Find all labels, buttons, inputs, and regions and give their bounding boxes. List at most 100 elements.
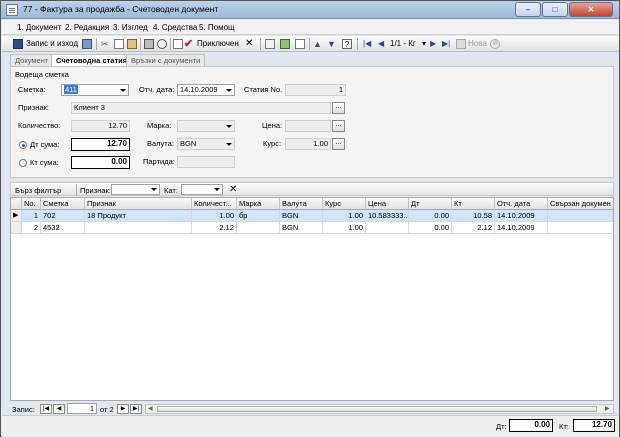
currency-select[interactable]: BGN: [177, 138, 235, 150]
first-record-icon[interactable]: |◀: [363, 39, 373, 49]
move-up-icon[interactable]: ▲: [313, 39, 323, 49]
paste-icon[interactable]: [127, 39, 137, 49]
close-button[interactable]: ✕: [569, 2, 613, 17]
delete-icon[interactable]: ✕: [245, 39, 255, 49]
print-icon[interactable]: [144, 39, 154, 49]
column-header[interactable]: Признак: [85, 198, 192, 210]
last-record-icon[interactable]: ▶|: [442, 39, 452, 49]
filter-category-select[interactable]: [181, 184, 223, 195]
column-header[interactable]: Дт: [409, 198, 452, 210]
menu-view[interactable]: 3. Изглед: [113, 23, 148, 32]
posted-button[interactable]: Приключен: [197, 38, 239, 50]
attribute-lookup-button[interactable]: ...: [332, 102, 345, 114]
cell-debit[interactable]: 0.00: [409, 210, 452, 222]
credit-radio[interactable]: [19, 159, 27, 167]
minimize-button[interactable]: –: [515, 2, 541, 17]
check-icon: ✔: [184, 38, 194, 50]
rate-lookup-button[interactable]: ...: [332, 138, 345, 150]
batch-field[interactable]: [177, 156, 235, 168]
column-header[interactable]: No.: [22, 198, 41, 210]
new-button[interactable]: Нова: [468, 38, 487, 50]
menu-tools[interactable]: 4. Средства: [153, 23, 197, 32]
copy-icon[interactable]: [114, 39, 124, 49]
debit-radio[interactable]: [19, 141, 27, 149]
preview-icon[interactable]: [157, 39, 167, 49]
last-record-button[interactable]: ▶|: [130, 404, 142, 414]
cell-currency[interactable]: BGN: [280, 210, 323, 222]
menu-help[interactable]: 5. Помощ: [199, 23, 235, 32]
edit-doc-icon[interactable]: [173, 39, 183, 49]
account-select[interactable]: 411: [61, 84, 129, 96]
first-record-button[interactable]: |◀: [40, 404, 52, 414]
quantity-field: 12.70: [71, 120, 130, 132]
prev-record-button[interactable]: ◀: [53, 404, 65, 414]
cell-price[interactable]: 10.583333...: [366, 210, 409, 222]
cell-attribute[interactable]: [85, 222, 192, 234]
refresh-icon[interactable]: [280, 39, 290, 49]
cell-price[interactable]: [366, 222, 409, 234]
column-header[interactable]: Свързан докумен: [548, 198, 613, 210]
horizontal-scrollbar[interactable]: ◀ ▶: [145, 404, 614, 414]
scroll-left-icon[interactable]: ◀: [148, 405, 153, 412]
cell-date[interactable]: 14.10.2009: [495, 210, 548, 222]
column-header[interactable]: Марка: [237, 198, 280, 210]
column-header[interactable]: Цена: [366, 198, 409, 210]
credit-amount-field[interactable]: 0.00: [71, 156, 130, 169]
next-record-button[interactable]: ▶: [117, 404, 129, 414]
rate-field[interactable]: 1.00: [285, 138, 331, 150]
next-record-icon[interactable]: ▶: [430, 39, 440, 49]
brand-select[interactable]: [177, 120, 235, 132]
new-doc-icon[interactable]: [295, 39, 305, 49]
document-icon[interactable]: [265, 39, 275, 49]
attribute-field[interactable]: Клиент 3: [71, 102, 331, 114]
cell-account[interactable]: 4532: [41, 222, 85, 234]
date-field[interactable]: 14.10.2009: [177, 84, 235, 96]
cell-quantity[interactable]: 2.12: [192, 222, 237, 234]
cell-rate[interactable]: 1.00: [323, 210, 366, 222]
record-number-field[interactable]: 1: [67, 403, 97, 414]
cell-no[interactable]: 1: [22, 210, 41, 222]
column-header[interactable]: Отч. дата: [495, 198, 548, 210]
cell-no[interactable]: 2: [22, 222, 41, 234]
column-header[interactable]: Количест...: [192, 198, 237, 210]
filter-attribute-select[interactable]: [111, 184, 160, 195]
chevron-down-icon: [151, 188, 157, 191]
cell-debit[interactable]: 0.00: [409, 222, 452, 234]
scroll-right-icon[interactable]: ▶: [605, 405, 610, 412]
cell-brand[interactable]: бр: [237, 210, 280, 222]
column-header[interactable]: Валута: [280, 198, 323, 210]
cell-account[interactable]: 702: [41, 210, 85, 222]
menu-edit[interactable]: 2. Редакция: [65, 23, 109, 32]
scrollbar-thumb[interactable]: [157, 406, 597, 412]
cell-currency[interactable]: BGN: [280, 222, 323, 234]
cell-linked-doc[interactable]: [548, 222, 613, 234]
column-header[interactable]: Сметка: [41, 198, 85, 210]
cell-linked-doc[interactable]: [548, 210, 613, 222]
prev-record-icon[interactable]: ◀: [378, 39, 388, 49]
save-exit-button[interactable]: Запис и изход: [26, 38, 78, 50]
maximize-button[interactable]: □: [542, 2, 568, 17]
save-icon: [13, 39, 23, 49]
cell-credit[interactable]: 10.58: [452, 210, 495, 222]
column-header[interactable]: Кт: [452, 198, 495, 210]
cut-icon[interactable]: ✂: [101, 39, 111, 49]
title-bar[interactable]: 77 - Фактура за продажба - Счетоводен до…: [1, 1, 619, 19]
price-field[interactable]: [285, 120, 331, 132]
tab-document[interactable]: Документ: [10, 54, 54, 66]
cell-date[interactable]: 14.10.2009: [495, 222, 548, 234]
cell-brand[interactable]: [237, 222, 280, 234]
save-copy-icon[interactable]: [82, 39, 92, 49]
cell-quantity[interactable]: 1.00: [192, 210, 237, 222]
cell-rate[interactable]: 1.00: [323, 222, 366, 234]
column-header[interactable]: Курс: [323, 198, 366, 210]
cell-attribute[interactable]: 18 Продукт: [85, 210, 192, 222]
cancel-icon[interactable]: ⊘: [490, 39, 500, 49]
move-down-icon[interactable]: ▼: [327, 39, 337, 49]
help-icon[interactable]: ?: [342, 39, 352, 49]
menu-document[interactable]: 1. Документ: [17, 23, 61, 32]
clear-filter-icon[interactable]: ✕: [229, 184, 237, 195]
tab-document-links[interactable]: Връзки с документи: [126, 54, 206, 66]
cell-credit[interactable]: 2.12: [452, 222, 495, 234]
price-lookup-button[interactable]: ...: [332, 120, 345, 132]
debit-amount-field[interactable]: 12.70: [71, 138, 130, 151]
